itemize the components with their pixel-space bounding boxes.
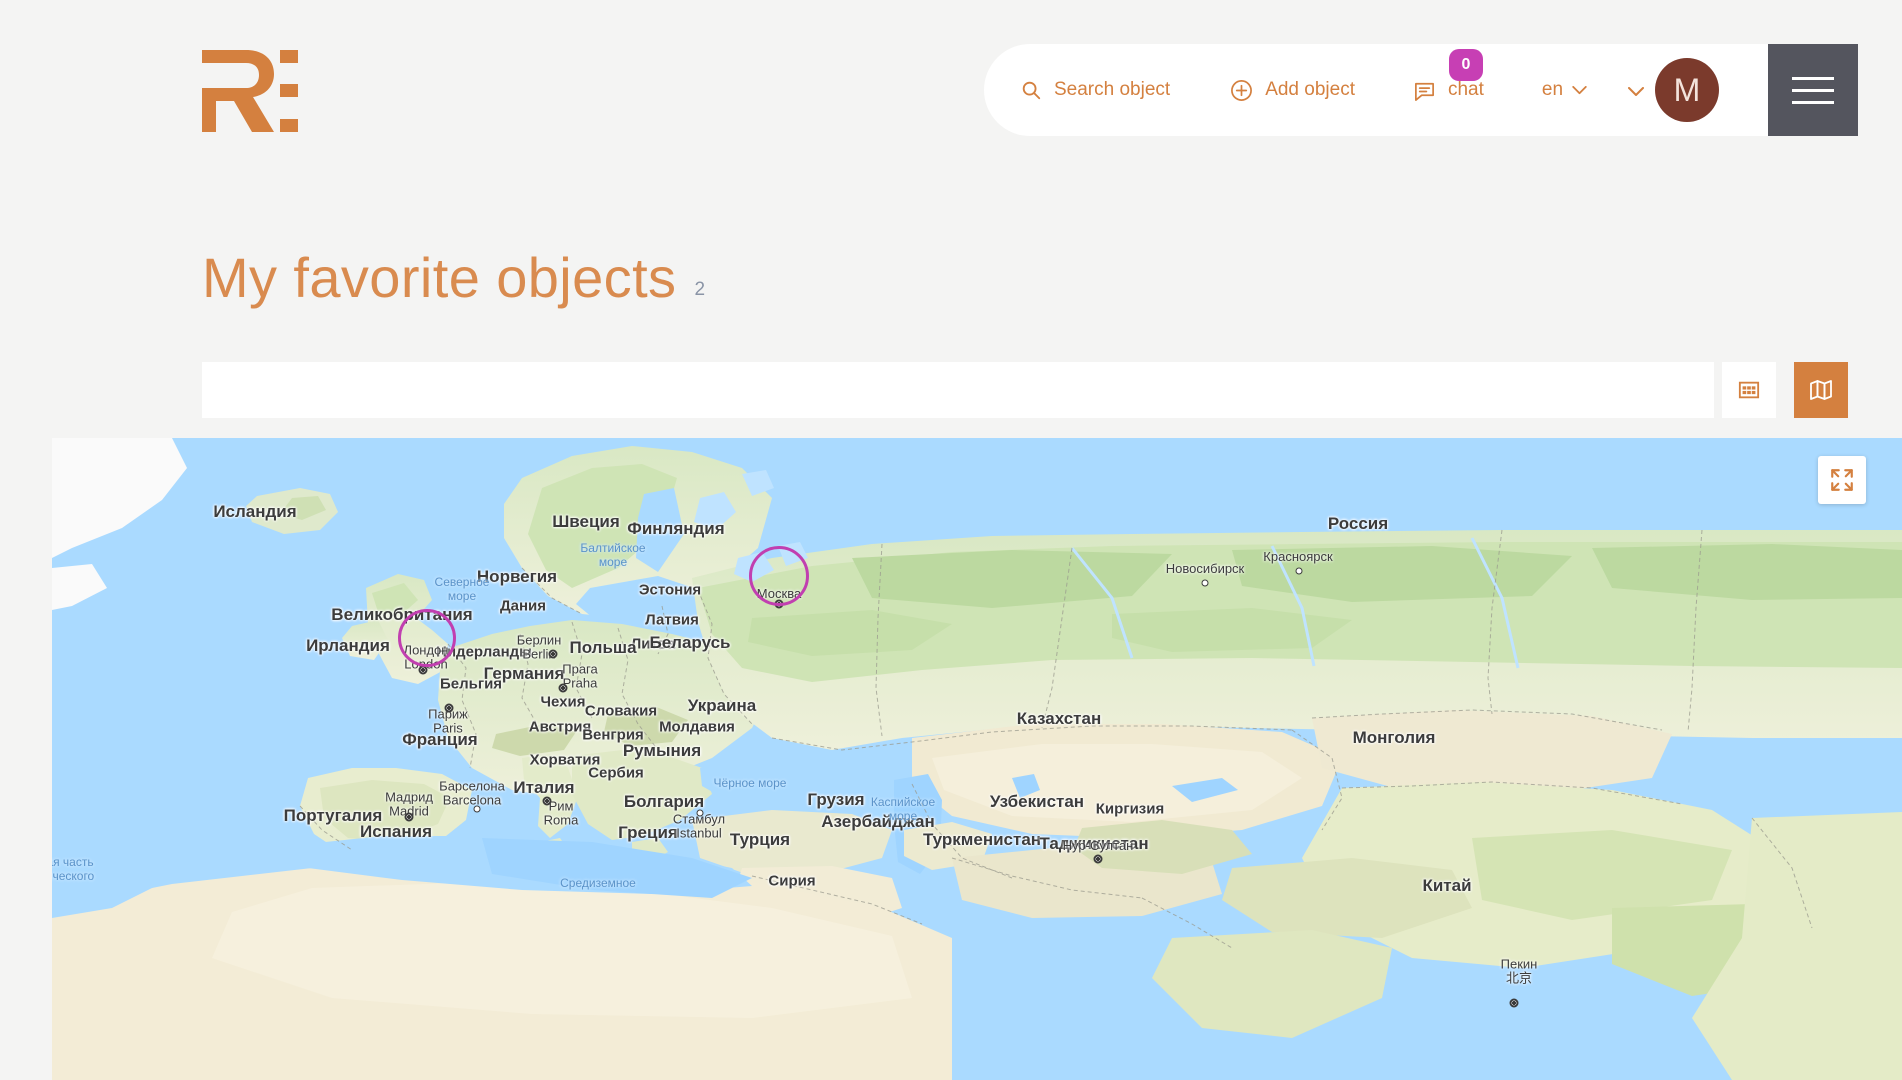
fullscreen-icon <box>1831 469 1853 491</box>
chat-unread-badge: 0 <box>1448 48 1483 81</box>
map-tiles <box>52 438 1902 1080</box>
grid-icon <box>1738 381 1760 399</box>
hamburger-line <box>1792 100 1834 104</box>
chat-label: chat <box>1447 79 1484 100</box>
favorites-count: 2 <box>694 279 706 300</box>
plus-circle-icon <box>1230 79 1253 102</box>
page-title-row: My favorite objects 2 <box>202 250 705 306</box>
hamburger-line <box>1792 76 1834 80</box>
filter-input[interactable] <box>202 362 1714 418</box>
add-object-label: Add object <box>1265 79 1355 100</box>
add-object-button[interactable]: Add object <box>1230 79 1355 102</box>
chevron-down-icon <box>1628 87 1644 96</box>
page-title: My favorite objects <box>202 246 677 309</box>
language-label: en <box>1541 79 1564 100</box>
hamburger-line <box>1792 88 1834 92</box>
search-object-label: Search object <box>1054 79 1171 100</box>
chat-button[interactable]: chat 0 <box>1413 48 1484 102</box>
app-header: Search object Add object chat 0 en M <box>0 0 1902 148</box>
chevron-down-icon <box>1572 85 1587 95</box>
map-icon <box>1810 380 1832 400</box>
avatar[interactable]: M <box>1655 58 1719 122</box>
grid-view-button[interactable] <box>1722 362 1776 418</box>
search-icon <box>1020 79 1042 101</box>
view-toggle <box>1722 362 1848 418</box>
user-menu-chevron[interactable] <box>1628 84 1644 102</box>
map-view[interactable]: Исландия Норвегия Швеция Финляндия Россия Эст… <box>52 438 1902 1080</box>
favorite-object-marker[interactable] <box>749 546 809 606</box>
favorite-object-marker[interactable] <box>398 609 456 667</box>
map-fullscreen-button[interactable] <box>1818 456 1866 504</box>
re-logo-icon <box>202 50 298 132</box>
hamburger-menu-button[interactable] <box>1768 44 1858 136</box>
language-selector[interactable]: en <box>1542 79 1587 101</box>
chat-bubble-icon <box>1413 79 1436 102</box>
header-nav-pill: Search object Add object chat 0 en <box>984 44 1768 136</box>
search-object-button[interactable]: Search object <box>1020 79 1170 101</box>
logo[interactable] <box>202 50 298 132</box>
map-view-button[interactable] <box>1794 362 1848 418</box>
